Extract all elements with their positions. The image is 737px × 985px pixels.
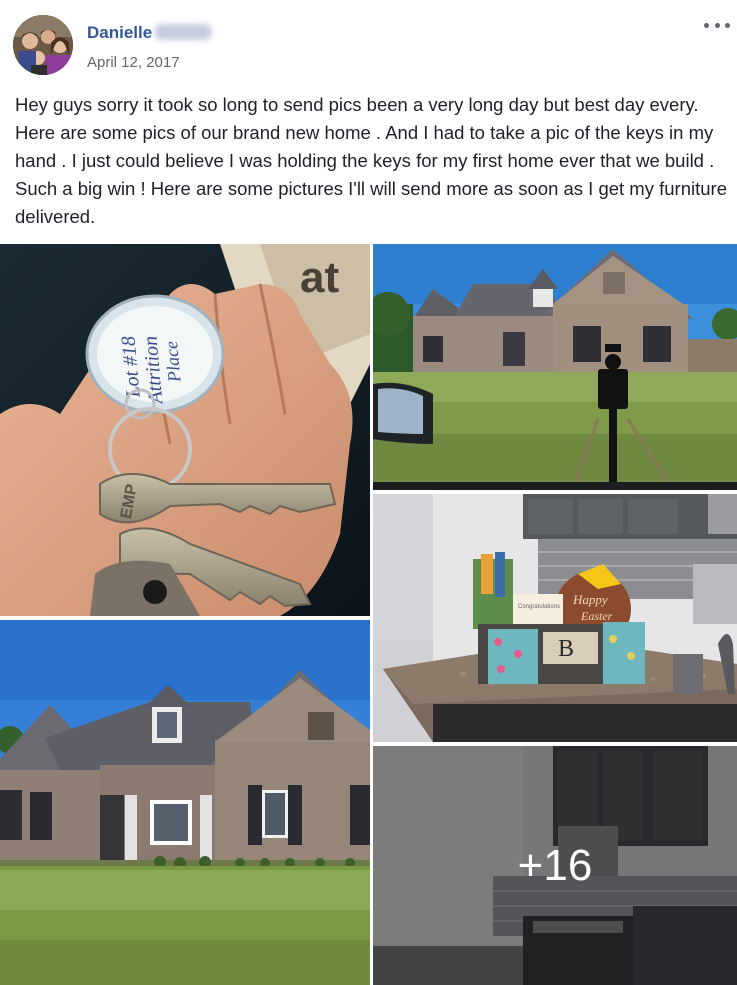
basket-letter: B bbox=[558, 636, 574, 662]
ellipsis-dot bbox=[725, 22, 730, 28]
photo-keys[interactable]: at Lot #18 Attrition Place EMP bbox=[0, 244, 370, 616]
svg-text:at: at bbox=[300, 253, 339, 302]
photo-kitchen-more[interactable]: +16 bbox=[373, 746, 737, 985]
author-name[interactable]: Danielle bbox=[87, 23, 213, 43]
photo-house-mailbox[interactable] bbox=[373, 244, 737, 490]
ellipsis-icon[interactable] bbox=[704, 15, 730, 35]
photo-house-front[interactable] bbox=[0, 620, 370, 985]
basket-sign-text-2: Easter bbox=[580, 609, 613, 623]
post-header: Danielle April 12, 2017 bbox=[0, 0, 737, 90]
avatar[interactable] bbox=[13, 15, 73, 75]
more-photos-count[interactable]: +16 bbox=[518, 841, 593, 891]
basket-sign-text-1: Happy bbox=[572, 592, 608, 607]
author-name-text[interactable]: Danielle bbox=[87, 23, 152, 42]
more-photos-overlay[interactable]: +16 bbox=[373, 746, 737, 985]
basket-card-text: Congratulations bbox=[518, 604, 560, 610]
ellipsis-dot bbox=[704, 22, 709, 28]
tag-text-3: Place bbox=[161, 340, 185, 384]
post-text: Hey guys sorry it took so long to send p… bbox=[15, 94, 727, 227]
ellipsis-dot bbox=[714, 22, 720, 28]
photo-kitchen-basket[interactable]: Happy Easter Congratulations B bbox=[373, 494, 737, 742]
post-date[interactable]: April 12, 2017 bbox=[87, 54, 180, 71]
redacted-surname bbox=[154, 24, 213, 40]
